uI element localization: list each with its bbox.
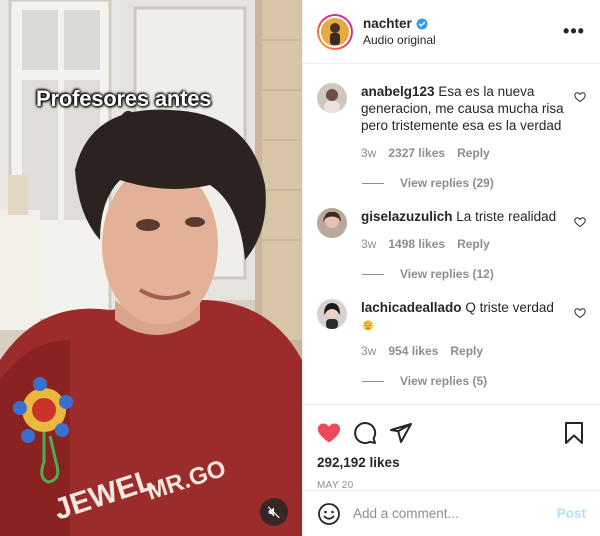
reply-button[interactable]: Reply bbox=[457, 146, 490, 160]
like-count[interactable]: 292,192 likes bbox=[317, 455, 586, 470]
comment-username[interactable]: anabelg123 bbox=[361, 84, 435, 99]
reply-button[interactable]: Reply bbox=[450, 344, 483, 358]
video-player[interactable]: JEWEL MR.GO Profesores antes bbox=[0, 0, 302, 536]
more-options-icon[interactable]: ••• bbox=[562, 21, 586, 42]
commenter-avatar[interactable] bbox=[317, 208, 347, 238]
speaker-muted-icon bbox=[267, 506, 280, 519]
smiley-icon[interactable] bbox=[317, 502, 341, 526]
comments-list[interactable]: anabelg123 Esa es la nueva generacion, m… bbox=[303, 65, 600, 404]
view-replies-button[interactable]: View replies (5) bbox=[362, 374, 586, 388]
comment-item: anabelg123 Esa es la nueva generacion, m… bbox=[317, 83, 586, 160]
comment-item: giselazuzulich La triste realidad 3w 149… bbox=[317, 208, 586, 251]
comment-heart-icon[interactable] bbox=[574, 91, 586, 103]
post-comment-button[interactable]: Post bbox=[557, 506, 586, 521]
paper-plane-icon bbox=[390, 423, 412, 443]
video-caption-overlay: Profesores antes bbox=[36, 86, 212, 111]
heart-filled-icon bbox=[317, 423, 341, 443]
author-avatar[interactable] bbox=[317, 13, 353, 50]
comment-bubble-icon bbox=[354, 422, 377, 445]
commenter-avatar[interactable] bbox=[317, 299, 347, 329]
comment-username[interactable]: lachicadeallado bbox=[361, 300, 462, 315]
comment-heart-icon[interactable] bbox=[574, 307, 586, 319]
post-header: nachter Audio original ••• bbox=[303, 0, 600, 64]
comment-text: La triste realidad bbox=[456, 209, 557, 224]
comment-button[interactable] bbox=[353, 421, 377, 445]
comment-age[interactable]: 3w bbox=[361, 344, 376, 358]
comment-age[interactable]: 3w bbox=[361, 237, 376, 251]
comment-item: lachicadeallado Q triste verdad 3w 954 l… bbox=[317, 299, 586, 358]
view-replies-label: View replies (12) bbox=[400, 267, 494, 281]
reply-button[interactable]: Reply bbox=[457, 237, 490, 251]
view-replies-button[interactable]: View replies (12) bbox=[362, 267, 586, 281]
replies-divider bbox=[362, 182, 384, 184]
view-replies-button[interactable]: View replies (29) bbox=[362, 176, 586, 190]
replies-divider bbox=[362, 273, 384, 275]
comment-heart-icon[interactable] bbox=[574, 216, 586, 228]
replies-divider bbox=[362, 380, 384, 382]
add-comment-form: Post bbox=[303, 490, 600, 536]
action-bar bbox=[317, 413, 586, 453]
author-avatar-image bbox=[321, 17, 349, 46]
view-replies-label: View replies (29) bbox=[400, 176, 494, 190]
comment-meta: 3w 2327 likes Reply bbox=[361, 146, 564, 160]
like-button[interactable] bbox=[317, 421, 341, 445]
sad-emoji-icon bbox=[361, 318, 564, 336]
comment-age[interactable]: 3w bbox=[361, 146, 376, 160]
author-username[interactable]: nachter bbox=[363, 16, 412, 31]
view-replies-label: View replies (5) bbox=[400, 374, 488, 388]
comment-input[interactable] bbox=[353, 506, 557, 521]
comment-likes[interactable]: 1498 likes bbox=[388, 237, 445, 251]
comment-meta: 3w 1498 likes Reply bbox=[361, 237, 564, 251]
commenter-avatar[interactable] bbox=[317, 83, 347, 113]
save-button[interactable] bbox=[562, 421, 586, 445]
bookmark-icon bbox=[565, 422, 583, 444]
mute-button[interactable] bbox=[260, 498, 288, 526]
post-viewer: JEWEL MR.GO Profesores antes nachter Aud… bbox=[0, 0, 600, 536]
verified-badge-icon bbox=[416, 18, 428, 29]
comment-likes[interactable]: 954 likes bbox=[388, 344, 438, 358]
comment-meta: 3w 954 likes Reply bbox=[361, 344, 564, 358]
comment-username[interactable]: giselazuzulich bbox=[361, 209, 453, 224]
comment-likes[interactable]: 2327 likes bbox=[388, 146, 445, 160]
share-button[interactable] bbox=[389, 421, 413, 445]
post-actions: 292,192 likes MAY 20 bbox=[303, 404, 600, 491]
post-details-panel: nachter Audio original ••• anabelg123 Es… bbox=[302, 0, 600, 536]
audio-subtitle[interactable]: Audio original bbox=[363, 33, 562, 47]
video-frame: JEWEL MR.GO bbox=[0, 0, 302, 536]
comment-text: Q triste verdad bbox=[465, 300, 554, 315]
